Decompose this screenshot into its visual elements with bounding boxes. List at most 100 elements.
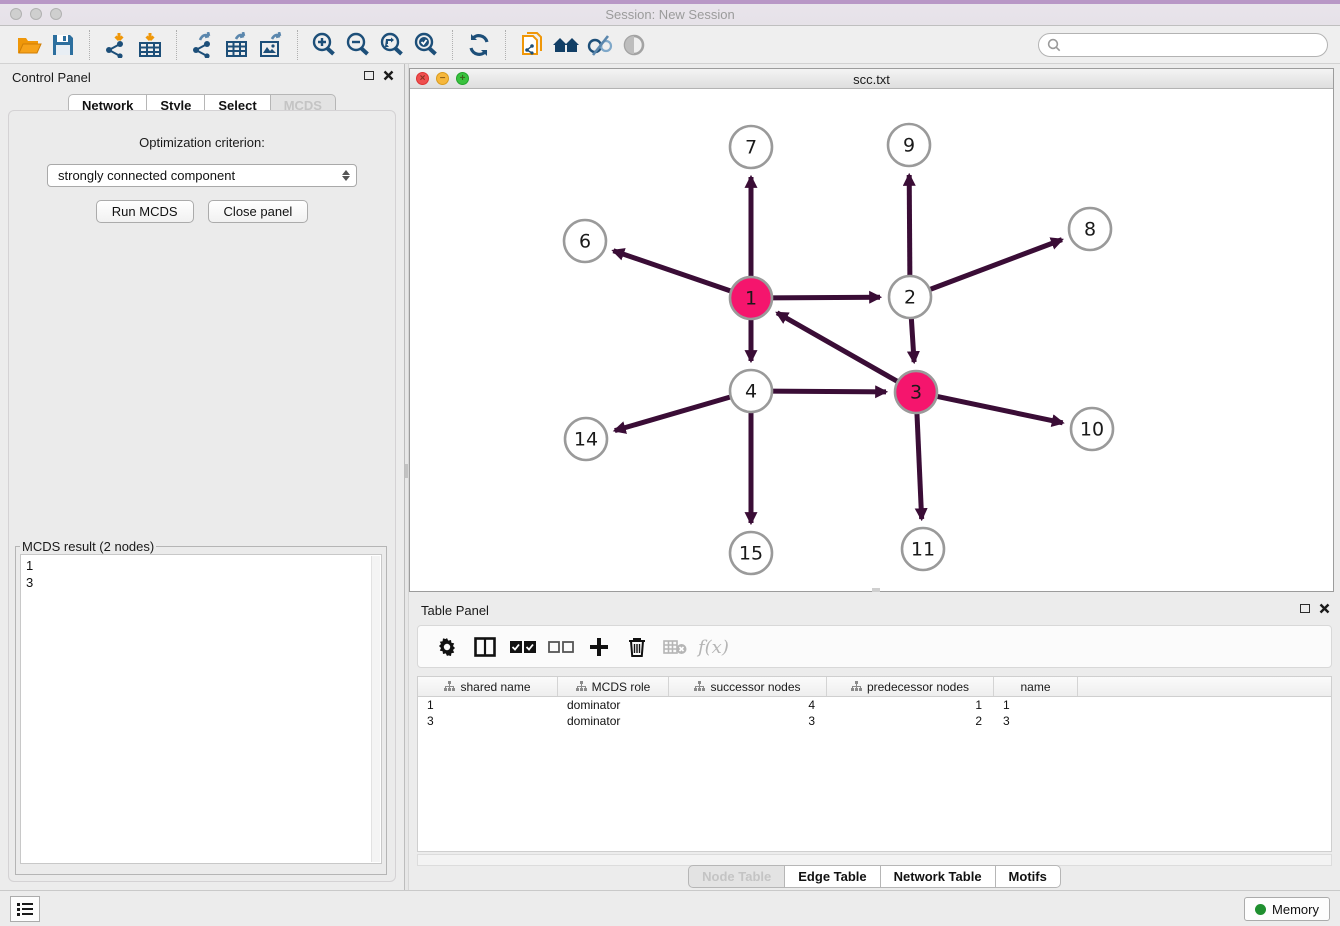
zoom-fit-icon[interactable]: [375, 29, 409, 61]
zoom-in-icon[interactable]: [307, 29, 341, 61]
graph-node-3[interactable]: 3: [895, 371, 937, 413]
search-input[interactable]: [1067, 37, 1319, 52]
import-network-icon[interactable]: [99, 29, 133, 61]
graph-node-8[interactable]: 8: [1069, 208, 1111, 250]
task-history-button[interactable]: [10, 896, 40, 922]
svg-text:7: 7: [745, 137, 757, 159]
svg-text:2: 2: [904, 287, 916, 309]
table-row[interactable]: 1dominator411: [418, 697, 1331, 713]
clone-network-icon[interactable]: [515, 29, 549, 61]
zoom-selected-icon[interactable]: [409, 29, 443, 61]
column-label: name: [1020, 680, 1050, 694]
run-mcds-button[interactable]: Run MCDS: [96, 200, 194, 223]
table-cell[interactable]: 1: [827, 697, 994, 713]
column-header-MCDS-role[interactable]: MCDS role: [558, 677, 669, 696]
memory-label: Memory: [1272, 902, 1319, 917]
graph-node-14[interactable]: 14: [565, 418, 607, 460]
edge-3-10[interactable]: [934, 396, 1063, 423]
graph-node-2[interactable]: 2: [889, 276, 931, 318]
export-image-icon[interactable]: [254, 29, 288, 61]
toggle-column-panel-icon[interactable]: [466, 631, 504, 663]
table-cell[interactable]: 1: [994, 697, 1078, 713]
edge-3-11[interactable]: [917, 410, 922, 519]
mcds-tab-content: Optimization criterion: strongly connect…: [8, 110, 396, 882]
edge-4-3[interactable]: [769, 391, 886, 392]
graph-node-10[interactable]: 10: [1071, 408, 1113, 450]
mcds-result-text[interactable]: 1 3: [20, 554, 382, 864]
save-session-icon[interactable]: [46, 29, 80, 61]
table-tab-edge-table[interactable]: Edge Table: [785, 865, 880, 888]
search-box[interactable]: [1038, 33, 1328, 57]
delete-table-icon[interactable]: [656, 631, 694, 663]
edge-1-2[interactable]: [769, 297, 880, 298]
column-header-name[interactable]: name: [994, 677, 1078, 696]
toggle-graphics-details-icon[interactable]: [583, 29, 617, 61]
network-canvas[interactable]: 7 9 6 8 1 2 4 3 14 10 15 11: [410, 89, 1333, 591]
refresh-layout-icon[interactable]: [462, 29, 496, 61]
graph-node-7[interactable]: 7: [730, 126, 772, 168]
dropdown-arrows-icon: [342, 170, 350, 181]
control-panel: Control Panel NetworkStyleSelectMCDS Opt…: [0, 64, 404, 890]
add-column-icon[interactable]: [580, 631, 618, 663]
column-header-predecessor-nodes[interactable]: predecessor nodes: [827, 677, 994, 696]
table-tab-network-table[interactable]: Network Table: [881, 865, 996, 888]
control-panel-title: Control Panel: [12, 70, 91, 85]
result-scrollbar[interactable]: [371, 556, 380, 862]
network-window-titlebar[interactable]: × − + scc.txt: [410, 69, 1333, 89]
edge-2-8[interactable]: [927, 240, 1062, 291]
table-settings-gear-icon[interactable]: [428, 631, 466, 663]
export-network-icon[interactable]: [186, 29, 220, 61]
table-cell[interactable]: dominator: [558, 713, 669, 729]
node-table[interactable]: shared nameMCDS rolesuccessor nodesprede…: [417, 676, 1332, 852]
table-tab-motifs[interactable]: Motifs: [996, 865, 1061, 888]
graph-node-9[interactable]: 9: [888, 124, 930, 166]
table-cell[interactable]: 1: [418, 697, 558, 713]
edge-4-14[interactable]: [615, 396, 734, 431]
close-panel-button[interactable]: Close panel: [208, 200, 309, 223]
network-overview-icon[interactable]: [549, 29, 583, 61]
window-resize-grip[interactable]: [872, 588, 880, 592]
edge-3-1[interactable]: [777, 313, 900, 383]
edge-1-6[interactable]: [613, 251, 734, 292]
memory-button[interactable]: Memory: [1244, 897, 1330, 921]
open-file-icon[interactable]: [12, 29, 46, 61]
graph-node-1[interactable]: 1: [730, 277, 772, 319]
column-header-successor-nodes[interactable]: successor nodes: [669, 677, 827, 696]
import-table-icon[interactable]: [133, 29, 167, 61]
edge-2-9[interactable]: [909, 175, 910, 279]
table-cell[interactable]: dominator: [558, 697, 669, 713]
delete-column-icon[interactable]: [618, 631, 656, 663]
svg-text:3: 3: [910, 382, 922, 404]
svg-text:f(x): f(x): [696, 637, 729, 658]
table-cell[interactable]: 3: [669, 713, 827, 729]
memory-status-icon: [1255, 904, 1266, 915]
close-table-panel-icon[interactable]: [1319, 603, 1330, 614]
float-table-panel-icon[interactable]: [1300, 604, 1310, 613]
function-builder-icon[interactable]: f(x): [694, 631, 732, 663]
svg-text:6: 6: [579, 231, 591, 253]
table-tab-node-table[interactable]: Node Table: [688, 865, 785, 888]
column-type-icon: [576, 681, 587, 692]
table-cell[interactable]: 3: [994, 713, 1078, 729]
deselect-all-columns-icon[interactable]: [542, 631, 580, 663]
graph-node-15[interactable]: 15: [730, 532, 772, 574]
select-all-columns-icon[interactable]: [504, 631, 542, 663]
edge-2-3[interactable]: [911, 315, 914, 362]
criterion-dropdown[interactable]: strongly connected component: [47, 164, 357, 187]
float-panel-icon[interactable]: [364, 71, 374, 80]
table-cell[interactable]: 3: [418, 713, 558, 729]
close-panel-icon[interactable]: [383, 70, 394, 81]
graph-node-11[interactable]: 11: [902, 528, 944, 570]
graph-node-4[interactable]: 4: [730, 370, 772, 412]
export-table-icon[interactable]: [220, 29, 254, 61]
birdseye-view-icon[interactable]: [617, 29, 651, 61]
zoom-out-icon[interactable]: [341, 29, 375, 61]
table-row[interactable]: 3dominator323: [418, 713, 1331, 729]
task-list-icon: [16, 901, 34, 917]
graph-node-6[interactable]: 6: [564, 220, 606, 262]
column-header-shared-name[interactable]: shared name: [418, 677, 558, 696]
table-panel: Table Panel: [409, 597, 1340, 890]
table-cell[interactable]: 4: [669, 697, 827, 713]
status-bar: Memory: [0, 890, 1340, 926]
table-cell[interactable]: 2: [827, 713, 994, 729]
